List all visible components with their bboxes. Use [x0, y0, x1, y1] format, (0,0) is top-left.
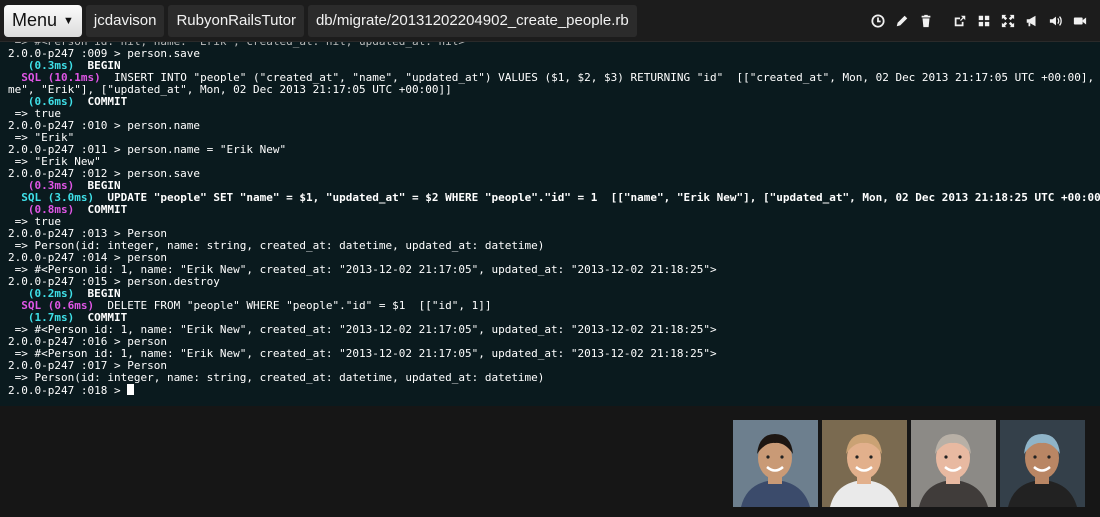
terminal-line: 2.0.0-p247 :012 > person.save: [8, 168, 1092, 180]
megaphone-icon[interactable]: [1020, 9, 1044, 33]
menu-button[interactable]: Menu ▼: [4, 4, 82, 37]
terminal-line: SQL (0.6ms) DELETE FROM "people" WHERE "…: [8, 300, 1092, 312]
terminal-line: 2.0.0-p247 :009 > person.save: [8, 48, 1092, 60]
breadcrumb-project[interactable]: RubyonRailsTutor: [168, 4, 304, 37]
volume-icon[interactable]: [1044, 9, 1068, 33]
video-tile-participant-2[interactable]: [822, 420, 907, 507]
pencil-icon[interactable]: [890, 9, 914, 33]
terminal-line: 2.0.0-p247 :015 > person.destroy: [8, 276, 1092, 288]
terminal-line: => #<Person id: 1, name: "Erik New", cre…: [8, 324, 1092, 336]
terminal-line: (0.8ms) COMMIT: [8, 204, 1092, 216]
terminal-line: => Person(id: integer, name: string, cre…: [8, 372, 1092, 384]
breadcrumb-user[interactable]: jcdavison: [85, 4, 165, 37]
terminal-line: => true: [8, 216, 1092, 228]
terminal-cursor: [127, 384, 135, 395]
history-icon[interactable]: [866, 9, 890, 33]
toolbar: [866, 0, 1092, 42]
fullscreen-icon[interactable]: [996, 9, 1020, 33]
video-tile-participant-4[interactable]: [1000, 420, 1085, 507]
terminal-line: 2.0.0-p247 :011 > person.name = "Erik Ne…: [8, 144, 1092, 156]
terminal-line: => #<Person id: 1, name: "Erik New", cre…: [8, 348, 1092, 360]
terminal-line: 2.0.0-p247 :010 > person.name: [8, 120, 1092, 132]
terminal-text: DELETE FROM "people" WHERE "people"."id"…: [94, 299, 492, 312]
grid-icon[interactable]: [972, 9, 996, 33]
top-bar: Menu ▼ jcdavison RubyonRailsTutor db/mig…: [0, 0, 1100, 42]
terminal-line: me", "Erik"], ["updated_at", Mon, 02 Dec…: [8, 84, 1092, 96]
terminal-console[interactable]: => #<Person id: nil, name: "Erik", creat…: [0, 42, 1100, 406]
terminal-line: 2.0.0-p247 :018 >: [8, 384, 1092, 397]
terminal-text: COMMIT: [74, 203, 128, 216]
video-camera-icon[interactable]: [1068, 9, 1092, 33]
terminal-text: COMMIT: [74, 95, 128, 108]
trash-icon[interactable]: [914, 9, 938, 33]
terminal-line: (0.6ms) COMMIT: [8, 96, 1092, 108]
terminal-text: => Person(id: integer, name: string, cre…: [8, 371, 545, 384]
participant-avatar: [733, 420, 818, 507]
participant-avatar: [1000, 420, 1085, 507]
terminal-text: 2.0.0-p247 :018 >: [8, 384, 128, 397]
terminal-text: UPDATE "people" SET "name" = $1, "update…: [94, 191, 1100, 204]
terminal-line: SQL (3.0ms) UPDATE "people" SET "name" =…: [8, 192, 1100, 204]
menu-label: Menu: [12, 10, 58, 30]
chevron-down-icon: ▼: [63, 14, 74, 27]
breadcrumb-file[interactable]: db/migrate/20131202204902_create_people.…: [307, 4, 637, 37]
share-icon[interactable]: [948, 9, 972, 33]
participant-avatar: [822, 420, 907, 507]
terminal-line: => Person(id: integer, name: string, cre…: [8, 240, 1092, 252]
video-tile-participant-1[interactable]: [733, 420, 818, 507]
participant-avatar: [911, 420, 996, 507]
video-tile-participant-3[interactable]: [911, 420, 996, 507]
